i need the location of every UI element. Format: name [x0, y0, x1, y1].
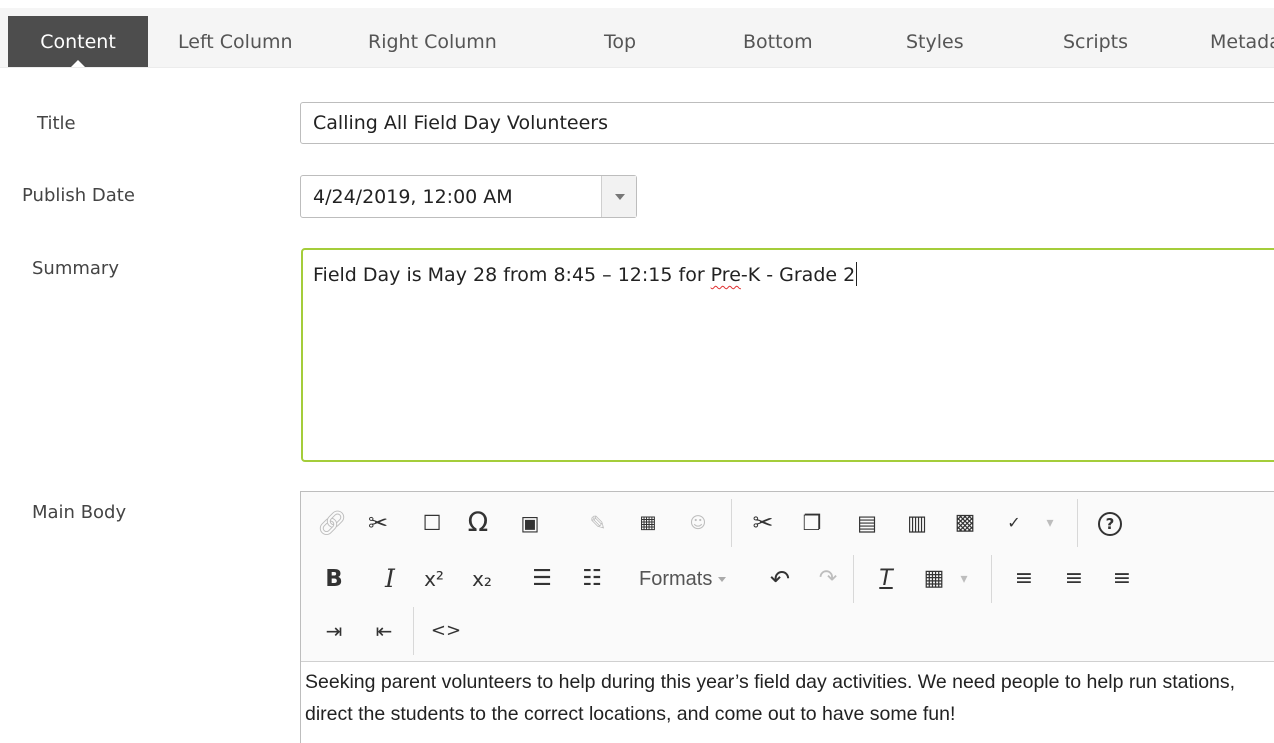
tab-bar: Content Left Column Right Column Top Bot…: [0, 0, 1274, 68]
chevron-down-icon: [615, 194, 625, 200]
tab-left-column[interactable]: Left Column: [178, 16, 293, 67]
align-left-icon[interactable]: ≡: [1005, 561, 1043, 597]
subscript-icon[interactable]: x₂: [463, 561, 501, 597]
tab-content[interactable]: Content: [8, 16, 148, 67]
toolbar-separator: [991, 555, 992, 603]
toolbar-separator: [731, 499, 732, 547]
publish-date-picker[interactable]: 4/24/2019, 12:00 AM: [300, 175, 637, 218]
edit-image-icon[interactable]: ✎: [579, 505, 617, 541]
editor-toolbar: 🔗︎ ✂ ☐ Ω ▣ ✎ ▦ ☺ ✂ ❐ ▤ ▥ ▩ ✓ ▾ ? B I x² …: [301, 492, 1274, 662]
redo-icon[interactable]: ↷: [809, 561, 847, 597]
tab-bottom[interactable]: Bottom: [743, 16, 813, 67]
toolbar-row-2: B I x² x₂ ☰ ☷ Formats ↶ ↷ T ▦ ▾ ≡ ≡ ≡: [301, 555, 1274, 603]
bold-icon[interactable]: B: [315, 561, 353, 597]
help-icon[interactable]: ?: [1091, 505, 1129, 541]
image-icon[interactable]: ▣: [511, 505, 549, 541]
summary-text: Field Day is May 28 from 8:45 – 12:15 fo…: [313, 262, 858, 286]
toolbar-separator: [853, 555, 854, 603]
misspelled-word: Pre: [710, 264, 741, 286]
toolbar-separator: [413, 607, 414, 655]
tab-label: Content: [40, 31, 116, 53]
toolbar-separator: [1077, 499, 1078, 547]
formats-dropdown[interactable]: Formats: [639, 561, 727, 597]
paste-icon[interactable]: ▤: [848, 505, 886, 541]
cut-icon[interactable]: ✂: [744, 505, 782, 541]
user-icon[interactable]: ☺: [679, 505, 717, 541]
summary-text-part: Field Day is May 28 from 8:45 – 12:15 fo…: [313, 264, 711, 286]
toolbar-row-1: 🔗︎ ✂ ☐ Ω ▣ ✎ ▦ ☺ ✂ ❐ ▤ ▥ ▩ ✓ ▾ ?: [301, 499, 1274, 547]
publish-date-value: 4/24/2019, 12:00 AM: [313, 186, 513, 208]
tab-top[interactable]: Top: [604, 16, 636, 67]
indent-icon[interactable]: ⇥: [315, 613, 353, 649]
rich-text-editor: 🔗︎ ✂ ☐ Ω ▣ ✎ ▦ ☺ ✂ ❐ ▤ ▥ ▩ ✓ ▾ ? B I x² …: [300, 491, 1274, 743]
formats-label: Formats: [639, 568, 713, 590]
active-tab-caret: [70, 60, 86, 67]
link-icon[interactable]: 🔗︎: [313, 505, 351, 541]
table-dropdown-icon[interactable]: ▾: [945, 561, 983, 597]
spellcheck-dropdown-icon[interactable]: ▾: [1031, 505, 1069, 541]
paste-text-icon[interactable]: ▥: [898, 505, 936, 541]
tab-styles[interactable]: Styles: [906, 16, 964, 67]
chevron-down-icon: [718, 577, 727, 583]
unlink-icon[interactable]: ✂: [359, 505, 397, 541]
undo-icon[interactable]: ↶: [761, 561, 799, 597]
summary-text-part: -K - Grade 2: [740, 264, 856, 286]
title-label: Title: [37, 113, 76, 134]
tab-scripts[interactable]: Scripts: [1063, 16, 1128, 67]
spellcheck-icon[interactable]: ✓: [995, 505, 1033, 541]
summary-label: Summary: [32, 258, 119, 279]
align-center-icon[interactable]: ≡: [1055, 561, 1093, 597]
superscript-icon[interactable]: x²: [415, 561, 453, 597]
outdent-icon[interactable]: ⇤: [365, 613, 403, 649]
editor-body-text[interactable]: Seeking parent volunteers to help during…: [305, 666, 1274, 730]
italic-icon[interactable]: I: [371, 561, 409, 597]
copy-icon[interactable]: ❐: [793, 505, 831, 541]
tab-metadata[interactable]: Metadata: [1210, 16, 1274, 67]
source-code-icon[interactable]: <>: [427, 613, 465, 649]
bullet-list-icon[interactable]: ☰: [523, 561, 561, 597]
date-dropdown-button[interactable]: [601, 176, 636, 217]
title-input[interactable]: [300, 102, 1274, 144]
anchor-icon[interactable]: ☐: [413, 505, 451, 541]
toolbar-row-3: ⇥ ⇤ <>: [301, 607, 1274, 655]
align-right-icon[interactable]: ≡: [1103, 561, 1141, 597]
tab-right-column[interactable]: Right Column: [368, 16, 497, 67]
clear-formatting-icon[interactable]: T: [867, 561, 905, 597]
numbered-list-icon[interactable]: ☷: [573, 561, 611, 597]
publish-date-label: Publish Date: [22, 185, 135, 206]
special-character-icon[interactable]: Ω: [459, 505, 497, 541]
main-body-label: Main Body: [32, 502, 127, 523]
media-icon[interactable]: ▦: [629, 505, 667, 541]
find-icon[interactable]: ▩: [946, 505, 984, 541]
text-cursor: [856, 262, 858, 286]
summary-textarea[interactable]: Field Day is May 28 from 8:45 – 12:15 fo…: [301, 248, 1274, 462]
